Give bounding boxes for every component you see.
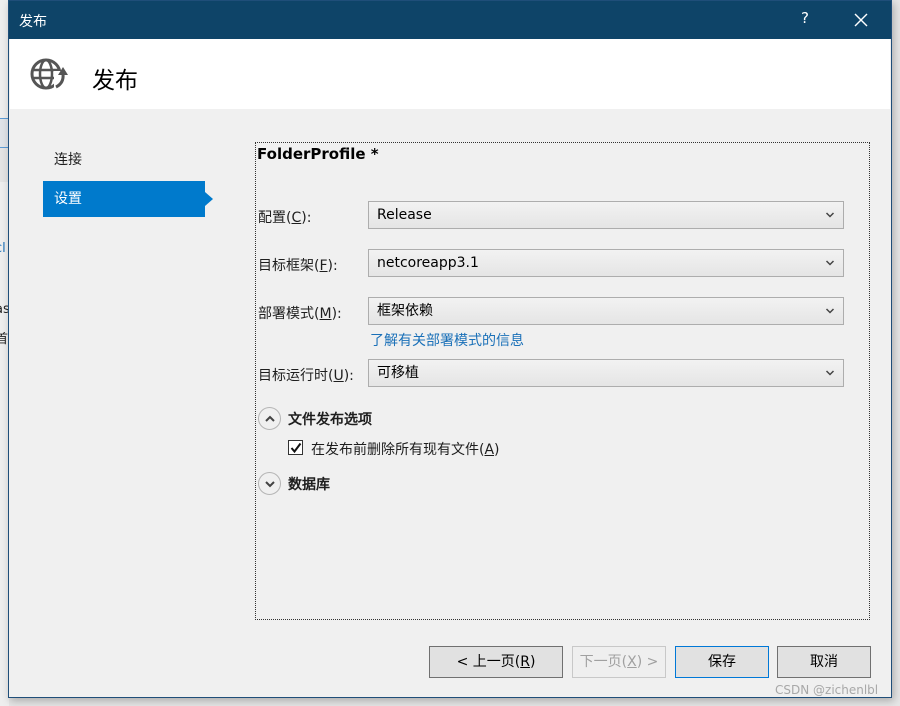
publish-dialog: 发布 ? 发布 连接 设置 FolderProfile * 配置(C): Rel… xyxy=(8,0,892,698)
cancel-button[interactable]: 取消 xyxy=(777,646,871,678)
configuration-select[interactable]: Release xyxy=(368,201,844,229)
nav-item-connect[interactable]: 连接 xyxy=(43,142,205,178)
settings-panel: FolderProfile * 配置(C): Release 目标框架(F): … xyxy=(255,142,870,620)
close-button[interactable] xyxy=(847,7,875,33)
save-button[interactable]: 保存 xyxy=(675,646,769,678)
target-runtime-label: 目标运行时(U): xyxy=(258,365,354,385)
checkmark-icon xyxy=(290,442,302,454)
profile-name: FolderProfile * xyxy=(257,145,379,163)
next-button[interactable]: 下一页(X) > xyxy=(572,646,666,678)
access-key: C xyxy=(291,210,302,226)
label-text: ): xyxy=(331,306,342,322)
previous-button[interactable]: < 上一页(R) xyxy=(429,646,563,678)
label-text: 目标运行时( xyxy=(258,368,334,384)
access-key: M xyxy=(319,306,332,322)
help-button[interactable]: ? xyxy=(795,9,815,31)
nav-item-label: 设置 xyxy=(54,191,82,207)
label-text: ): xyxy=(301,210,312,226)
chevron-down-icon xyxy=(825,308,835,314)
label-text: 部署模式( xyxy=(258,306,320,322)
chevron-down-icon xyxy=(825,260,835,266)
section-title: 数据库 xyxy=(288,477,330,493)
access-key: X xyxy=(627,654,637,670)
deployment-mode-label: 部署模式(M): xyxy=(258,303,342,323)
target-runtime-select[interactable]: 可移植 xyxy=(368,359,844,387)
deployment-mode-select[interactable]: 框架依赖 xyxy=(368,297,844,325)
chevron-up-icon xyxy=(265,415,275,422)
deployment-mode-info-link[interactable]: 了解有关部署模式的信息 xyxy=(370,330,524,350)
label-text: 目标框架( xyxy=(258,258,320,274)
label-text: ): xyxy=(327,258,338,274)
title-bar: 发布 ? xyxy=(9,1,891,39)
configuration-label: 配置(C): xyxy=(258,207,311,227)
select-value: 框架依赖 xyxy=(377,303,433,319)
access-key: R xyxy=(520,654,530,670)
access-key: U xyxy=(333,368,344,384)
close-icon xyxy=(854,13,868,27)
target-framework-select[interactable]: netcoreapp3.1 xyxy=(368,249,844,277)
window-title: 发布 xyxy=(19,14,47,30)
dialog-heading: 发布 xyxy=(92,68,138,94)
button-label: ) xyxy=(529,654,536,670)
access-key: A xyxy=(484,442,495,458)
chevron-down-icon xyxy=(265,481,275,488)
section-title: 文件发布选项 xyxy=(288,412,372,428)
expand-circle xyxy=(258,472,281,495)
checkbox-label: 在发布前删除所有现有文件(A) xyxy=(311,439,500,459)
label-text: ): xyxy=(343,368,354,384)
button-label: 下一页( xyxy=(579,654,628,670)
delete-existing-files-checkbox[interactable] xyxy=(288,440,303,455)
label-text: 配置( xyxy=(258,210,292,226)
button-label: < 上一页( xyxy=(456,654,521,670)
collapse-circle xyxy=(258,407,281,430)
nav-item-label: 连接 xyxy=(54,152,82,168)
background-text-fragment: cl xyxy=(0,241,6,256)
watermark: CSDN @zichenlbl xyxy=(775,683,879,697)
background-text-fragment: 首 xyxy=(0,332,9,347)
chevron-down-icon xyxy=(825,212,835,218)
dialog-header: 发布 xyxy=(10,39,890,109)
label-text: ) xyxy=(494,442,500,458)
button-label: ) > xyxy=(636,654,659,670)
select-value: Release xyxy=(377,207,432,223)
select-value: 可移植 xyxy=(377,365,419,381)
target-framework-label: 目标框架(F): xyxy=(258,255,338,275)
chevron-down-icon xyxy=(825,370,835,376)
access-key: F xyxy=(319,258,328,274)
nav-item-settings[interactable]: 设置 xyxy=(43,181,213,217)
globe-publish-icon xyxy=(30,58,68,90)
label-text: 在发布前删除所有现有文件( xyxy=(311,442,485,458)
select-value: netcoreapp3.1 xyxy=(377,255,479,271)
